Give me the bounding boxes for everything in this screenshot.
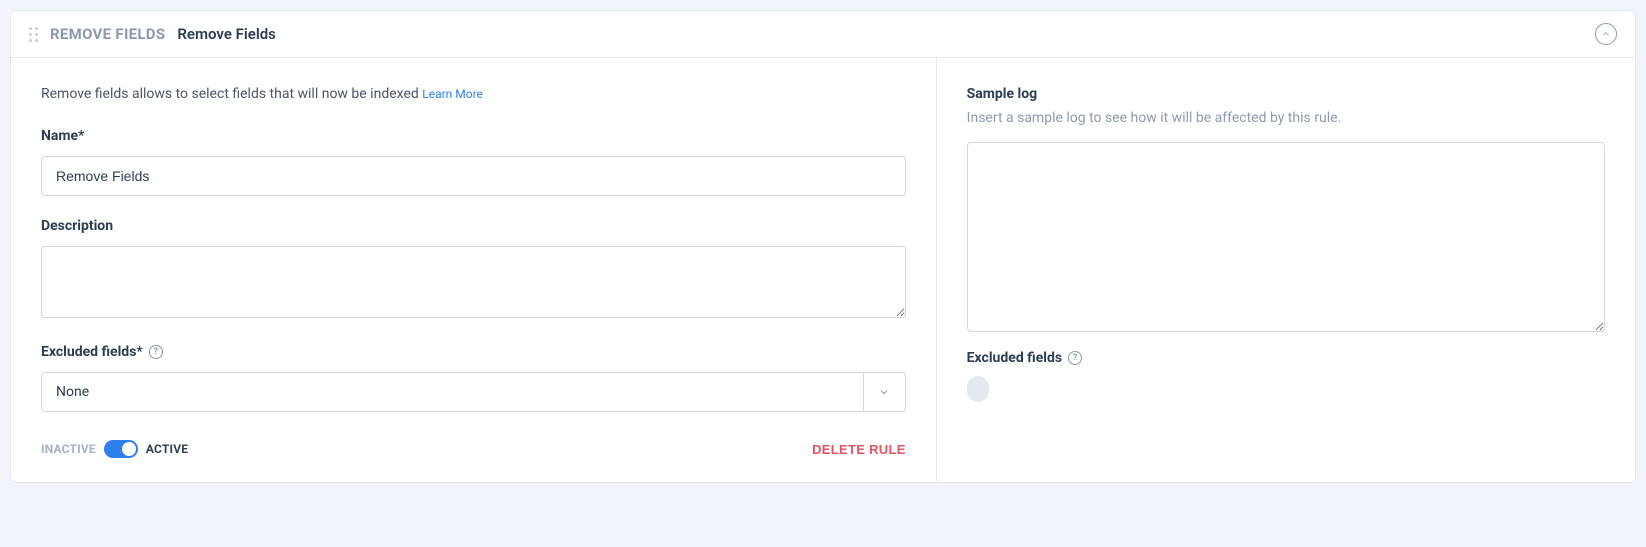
sample-log-title: Sample log bbox=[967, 86, 1605, 102]
chevron-up-icon bbox=[1601, 29, 1611, 39]
select-caret bbox=[863, 373, 905, 411]
active-toggle-group: INACTIVE ACTIVE bbox=[41, 440, 188, 458]
name-label: Name* bbox=[41, 128, 84, 144]
description-group: Description bbox=[41, 218, 906, 322]
help-icon[interactable]: ? bbox=[1068, 351, 1082, 365]
collapse-button[interactable] bbox=[1595, 23, 1617, 45]
drag-handle-icon[interactable] bbox=[29, 27, 38, 42]
preview-excluded-title: Excluded fields ? bbox=[967, 350, 1082, 366]
footer-row: INACTIVE ACTIVE DELETE RULE bbox=[41, 440, 906, 458]
description-label: Description bbox=[41, 218, 113, 234]
rule-type-label: REMOVE FIELDS bbox=[50, 25, 165, 43]
preview-excluded-title-text: Excluded fields bbox=[967, 350, 1062, 366]
excluded-fields-select[interactable]: None bbox=[41, 372, 906, 412]
preview-pane: Sample log Insert a sample log to see ho… bbox=[937, 58, 1635, 482]
card-header-left: REMOVE FIELDS Remove Fields bbox=[29, 25, 276, 43]
chevron-down-icon bbox=[878, 386, 890, 398]
intro-text: Remove fields allows to select fields th… bbox=[41, 86, 906, 102]
help-icon[interactable]: ? bbox=[149, 345, 163, 359]
excluded-fields-group: Excluded fields* ? None bbox=[41, 344, 906, 412]
intro-text-content: Remove fields allows to select fields th… bbox=[41, 86, 419, 102]
active-label: ACTIVE bbox=[146, 442, 188, 456]
excluded-fields-value: None bbox=[42, 373, 863, 411]
sample-log-input[interactable] bbox=[967, 142, 1605, 332]
active-toggle[interactable] bbox=[104, 440, 138, 458]
card-header: REMOVE FIELDS Remove Fields bbox=[11, 11, 1635, 58]
excluded-chip-placeholder bbox=[967, 376, 989, 402]
excluded-fields-label-text: Excluded fields* bbox=[41, 344, 143, 360]
description-input[interactable] bbox=[41, 246, 906, 318]
name-input[interactable] bbox=[41, 156, 906, 196]
name-group: Name* bbox=[41, 128, 906, 196]
inactive-label: INACTIVE bbox=[41, 442, 96, 456]
rule-card: REMOVE FIELDS Remove Fields Remove field… bbox=[10, 10, 1636, 483]
card-body: Remove fields allows to select fields th… bbox=[11, 58, 1635, 482]
learn-more-link[interactable]: Learn More bbox=[422, 87, 483, 101]
delete-rule-button[interactable]: DELETE RULE bbox=[812, 442, 906, 457]
rule-title: Remove Fields bbox=[177, 25, 276, 43]
form-pane: Remove fields allows to select fields th… bbox=[11, 58, 937, 482]
excluded-fields-label: Excluded fields* ? bbox=[41, 344, 163, 360]
sample-log-description: Insert a sample log to see how it will b… bbox=[967, 110, 1605, 126]
toggle-knob bbox=[122, 442, 136, 456]
